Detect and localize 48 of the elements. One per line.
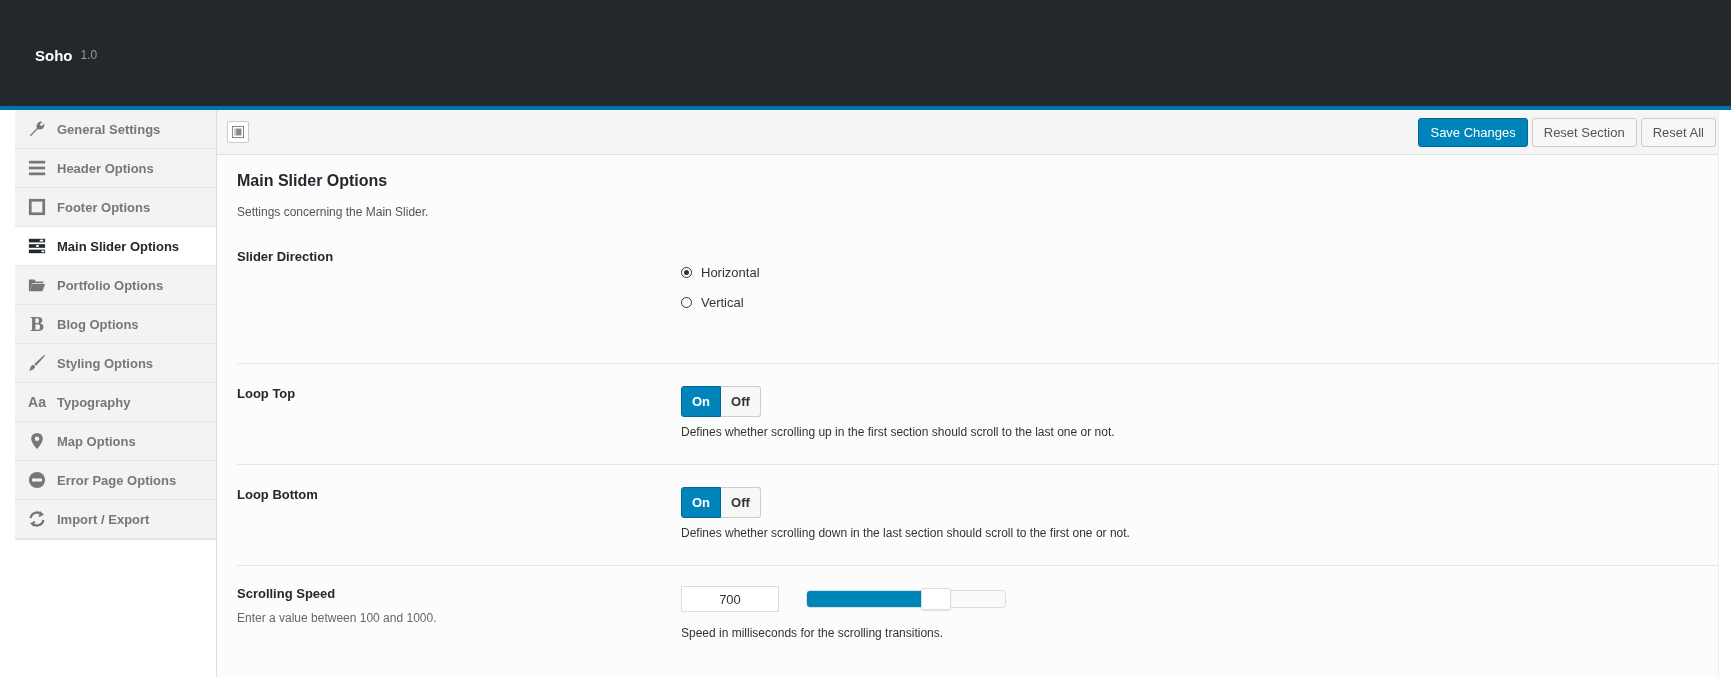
letter-icon: B: [28, 311, 46, 337]
map-pin-icon: [28, 432, 46, 450]
sliders-icon: [28, 237, 46, 255]
setting-description: Speed in milliseconds for the scrolling transitions.: [681, 626, 945, 640]
setting-label: Scrolling Speed: [237, 586, 337, 601]
sidebar-item[interactable]: Aa Typography: [15, 383, 216, 422]
radio-option[interactable]: Vertical: [681, 296, 760, 309]
sidebar-item[interactable]: Map Options: [15, 422, 216, 461]
slider-track[interactable]: [806, 590, 1006, 608]
sidebar-item[interactable]: Portfolio Options: [15, 266, 216, 305]
setting-label: Slider Direction: [237, 249, 335, 264]
sidebar-item[interactable]: General Settings: [15, 110, 216, 149]
reset-button[interactable]: Reset All: [1640, 117, 1716, 147]
reset-button[interactable]: Reset Section: [1531, 117, 1637, 147]
sidebar-item[interactable]: Import / Export: [15, 500, 216, 539]
sidebar-item[interactable]: B Blog Options: [15, 305, 216, 344]
setting-description: Defines whether scrolling up in the first section should scroll to the last one or not.: [681, 425, 1115, 439]
radio-button[interactable]: [681, 297, 692, 308]
radio-button[interactable]: [681, 267, 692, 278]
menu-icon: [28, 159, 46, 177]
slider-handle[interactable]: [920, 588, 951, 610]
section-description: Settings concerning the Main Slider.: [237, 205, 430, 219]
setting-label: Loop Top: [237, 386, 297, 401]
save-button[interactable]: Save Changes: [1418, 117, 1528, 147]
square-icon: [28, 198, 46, 216]
app-title: Soho: [35, 46, 73, 64]
toggle-option[interactable]: Off: [721, 487, 761, 518]
radio-option[interactable]: Horizontal: [681, 266, 760, 279]
layout-toggle-button[interactable]: [227, 121, 249, 143]
version-label: 1.0: [80, 48, 98, 62]
minus-circle-icon: [28, 471, 46, 489]
setting-label: Loop Bottom: [237, 487, 319, 502]
section-title: Main Slider Options: [237, 172, 389, 190]
toggle-option[interactable]: Off: [721, 386, 761, 417]
brush-icon: [28, 354, 46, 372]
sidebar-item[interactable]: Main Slider Options: [15, 227, 216, 266]
toggle-option[interactable]: On: [681, 487, 722, 518]
letters-icon: Aa: [28, 394, 46, 410]
setting-hint: Enter a value between 100 and 1000.: [237, 611, 438, 625]
wrench-icon: [28, 120, 46, 138]
number-input[interactable]: 700: [681, 586, 779, 612]
refresh-icon: [28, 510, 46, 528]
sidebar-item[interactable]: Error Page Options: [15, 461, 216, 500]
toggle-option[interactable]: On: [681, 386, 722, 417]
sidebar-item[interactable]: Header Options: [15, 149, 216, 188]
setting-description: Defines whether scrolling down in the last section should scroll to the first one or not.: [681, 526, 1130, 540]
sidebar-item[interactable]: Styling Options: [15, 344, 216, 383]
layout-icon: [232, 126, 244, 138]
